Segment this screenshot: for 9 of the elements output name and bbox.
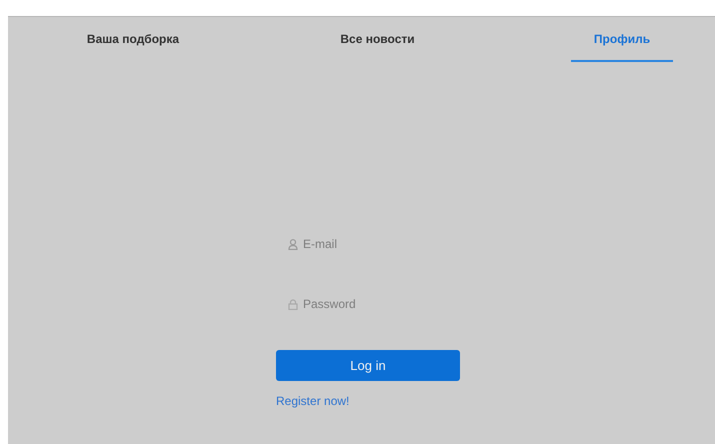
lock-icon [288,298,298,310]
email-field[interactable]: E-mail [303,237,443,251]
person-icon [288,238,298,250]
password-field[interactable]: Password [303,297,443,311]
register-link[interactable]: Register now! [276,394,350,408]
tab[interactable]: Профиль [571,17,673,62]
tab[interactable]: Все новости [326,17,428,62]
tab[interactable]: Ваша подборка [82,17,184,62]
login-button[interactable]: Log in [276,350,460,381]
